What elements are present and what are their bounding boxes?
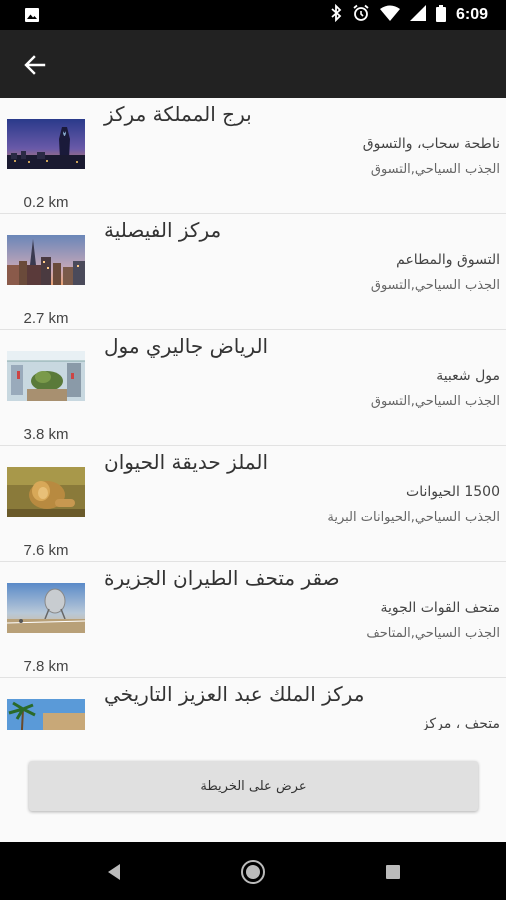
- place-thumbnail: [7, 119, 85, 169]
- distance-label: 2.7 km: [23, 310, 69, 327]
- show-on-map-button[interactable]: عرض على الخريطة: [29, 761, 478, 811]
- list-item[interactable]: 7.6 km الملز حديقة الحيوان 1500 الحيوانا…: [0, 446, 506, 562]
- place-subtitle: 1500 الحيوانات: [406, 484, 500, 500]
- place-category: الجذب السياحي,التسوق: [370, 394, 500, 409]
- places-list[interactable]: 0.2 km برج المملكة مركز ناطحة سحاب، والت…: [0, 98, 506, 730]
- place-thumbnail: [7, 235, 85, 285]
- app-bar: [0, 30, 506, 98]
- place-thumbnail: [7, 699, 85, 730]
- place-thumbnail: [7, 467, 85, 517]
- status-time: 6:09: [455, 6, 488, 23]
- list-item[interactable]: 3.8 km الرياض جاليري مول مول شعبية الجذب…: [0, 330, 506, 446]
- wifi-icon: [379, 5, 400, 25]
- show-on-map-label: عرض على الخريطة: [200, 778, 307, 794]
- signal-icon: [409, 5, 426, 25]
- distance-label: 0.2 km: [23, 194, 69, 211]
- distance-label: 7.6 km: [23, 542, 69, 559]
- recents-square-icon[interactable]: [379, 858, 407, 886]
- place-category: الجذب السياحي,التسوق: [370, 162, 500, 177]
- back-triangle-icon[interactable]: [100, 858, 128, 886]
- place-thumbnail: [7, 583, 85, 633]
- system-nav-bar: [0, 842, 506, 900]
- back-button[interactable]: [18, 48, 52, 82]
- list-item[interactable]: 7.8 km صقر متحف الطيران الجزيرة متحف الق…: [0, 562, 506, 678]
- list-item[interactable]: مركز الملك عبد العزيز التاريخي متحف ، مر…: [0, 678, 506, 730]
- place-category: الجذب السياحي,الحيوانات البرية: [327, 510, 500, 525]
- bluetooth-icon: [330, 3, 342, 26]
- place-title: الرياض جاليري مول: [104, 334, 269, 358]
- place-subtitle: متحف ، مركز: [421, 716, 500, 730]
- arrow-back-icon: [24, 55, 46, 75]
- place-title: الملز حديقة الحيوان: [104, 450, 269, 474]
- place-category: الجذب السياحي,المتاحف: [366, 626, 500, 641]
- footer: عرض على الخريطة: [0, 730, 506, 842]
- home-circle-icon[interactable]: [239, 858, 267, 886]
- place-title: برج المملكة مركز: [104, 102, 252, 126]
- place-category: الجذب السياحي,التسوق: [370, 278, 500, 293]
- battery-icon: [435, 4, 446, 26]
- place-subtitle: متحف القوات الجوية: [380, 600, 500, 616]
- place-title: مركز الملك عبد العزيز التاريخي: [104, 682, 365, 706]
- place-title: صقر متحف الطيران الجزيرة: [104, 566, 340, 590]
- place-subtitle: مول شعبية: [436, 368, 500, 384]
- place-subtitle: ناطحة سحاب، والتسوق: [362, 136, 500, 152]
- place-title: مركز الفيصلية: [104, 218, 222, 242]
- list-item[interactable]: 0.2 km برج المملكة مركز ناطحة سحاب، والت…: [0, 98, 506, 214]
- list-item[interactable]: 2.7 km مركز الفيصلية التسوق والمطاعم الج…: [0, 214, 506, 330]
- alarm-icon: [352, 4, 370, 26]
- place-subtitle: التسوق والمطاعم: [396, 252, 500, 268]
- distance-label: 3.8 km: [23, 426, 69, 443]
- distance-label: 7.8 km: [23, 658, 69, 675]
- status-bar: 6:09: [0, 0, 506, 30]
- place-thumbnail: [7, 351, 85, 401]
- image-notification-icon: [24, 7, 40, 23]
